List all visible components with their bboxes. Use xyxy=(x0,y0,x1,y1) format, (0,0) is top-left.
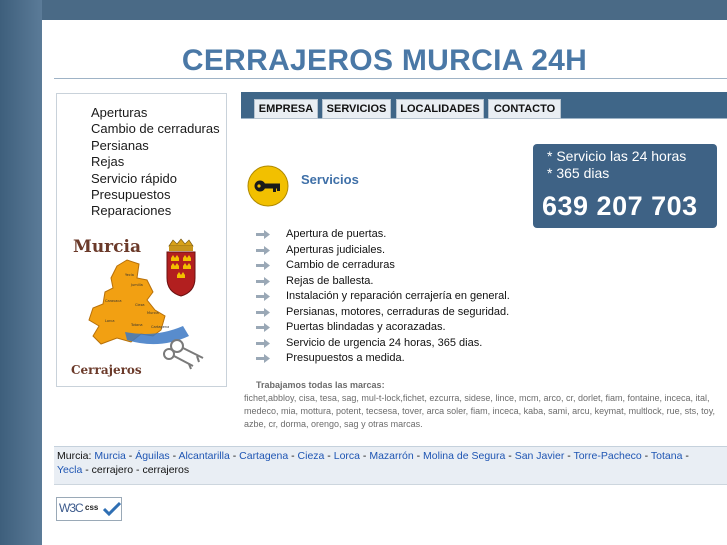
checkmark-icon xyxy=(103,501,121,517)
footer-link-murcia[interactable]: Murcia xyxy=(94,450,126,462)
arrow-right-icon xyxy=(256,230,270,239)
footer-link-lorca[interactable]: Lorca xyxy=(334,450,360,462)
page-content: CERRAJEROS MURCIA 24H Aperturas Cambio d… xyxy=(42,20,727,545)
footer-link-yecla[interactable]: Yecla xyxy=(57,464,82,476)
coat-of-arms-icon xyxy=(166,238,196,297)
phone-banner: * Servicio las 24 horas * 365 dias 639 2… xyxy=(533,144,717,228)
sidebar-item-servicio-rapido[interactable]: Servicio rápido xyxy=(91,171,220,187)
sidebar-item-cambio-cerraduras[interactable]: Cambio de cerraduras xyxy=(91,121,220,137)
footer-text-cerrajeros: cerrajeros xyxy=(142,464,190,476)
svg-text:Yecla: Yecla xyxy=(125,273,134,277)
list-item: Puertas blindadas y acorazadas. xyxy=(256,320,510,336)
w3c-css-badge[interactable]: W3C css xyxy=(56,497,122,521)
footer-link-molina-de-segura[interactable]: Molina de Segura xyxy=(423,450,505,462)
arrow-right-icon xyxy=(256,307,270,317)
arrow-right-icon xyxy=(256,292,270,301)
svg-text:Murcia: Murcia xyxy=(147,311,159,315)
tab-servicios[interactable]: SERVICIOS xyxy=(322,99,391,119)
list-item: Servicio de urgencia 24 horas, 365 dias. xyxy=(256,336,510,352)
footer-divider xyxy=(54,484,727,485)
tab-contacto[interactable]: CONTACTO xyxy=(488,99,561,119)
footer-prefix: Murcia: xyxy=(57,450,92,462)
footer-link-san-javier[interactable]: San Javier xyxy=(515,450,565,462)
list-item: Presupuestos a medida. xyxy=(256,351,510,367)
title-divider xyxy=(54,78,727,79)
sidebar: Aperturas Cambio de cerraduras Persianas… xyxy=(56,93,227,387)
arrow-right-icon xyxy=(256,276,270,286)
list-item: Apertura de puertas. xyxy=(256,227,510,243)
map-title: Murcia xyxy=(73,237,141,257)
section-title: Servicios xyxy=(301,172,359,187)
svg-text:Lorca: Lorca xyxy=(105,319,114,323)
list-item: Cambio de cerraduras xyxy=(256,258,510,274)
phone-banner-line-2: * 365 dias xyxy=(547,165,610,181)
footer-link-aguilas[interactable]: Águilas xyxy=(135,450,169,462)
svg-text:Totana: Totana xyxy=(130,323,143,327)
map-caption: Cerrajeros xyxy=(71,363,142,377)
arrow-right-icon xyxy=(256,323,270,332)
arrow-right-icon xyxy=(256,354,270,363)
footer-text-cerrajero: cerrajero xyxy=(91,464,134,476)
tab-empresa[interactable]: EMPRESA xyxy=(254,99,318,119)
footer-locations: Murcia: Murcia - Águilas - Alcantarilla … xyxy=(54,446,727,484)
arrow-right-icon xyxy=(256,338,270,348)
phone-banner-line-1: * Servicio las 24 horas xyxy=(547,148,687,164)
list-item: Rejas de ballesta. xyxy=(256,274,510,290)
murcia-map-image: Murcia Yecla Jumilla Caravaca Cieza Murc… xyxy=(65,232,215,382)
svg-text:Cieza: Cieza xyxy=(135,303,145,307)
footer-link-totana[interactable]: Totana xyxy=(651,450,683,462)
footer-link-cieza[interactable]: Cieza xyxy=(298,450,325,462)
phone-number[interactable]: 639 207 703 xyxy=(542,191,698,222)
footer-link-cartagena[interactable]: Cartagena xyxy=(239,450,288,462)
svg-text:Cartagena: Cartagena xyxy=(151,325,169,329)
footer-link-torre-pacheco[interactable]: Torre-Pacheco xyxy=(573,450,641,462)
list-item: Instalación y reparación cerrajería en g… xyxy=(256,289,510,305)
footer-link-alcantarilla[interactable]: Alcantarilla xyxy=(178,450,229,462)
svg-text:Caravaca: Caravaca xyxy=(105,299,121,303)
sidebar-item-reparaciones[interactable]: Reparaciones xyxy=(91,203,220,219)
list-item: Aperturas judiciales. xyxy=(256,243,510,259)
key-icon xyxy=(247,165,289,207)
sidebar-item-rejas[interactable]: Rejas xyxy=(91,154,220,170)
arrow-right-icon xyxy=(256,261,270,270)
site-title: CERRAJEROS MURCIA 24H xyxy=(181,44,588,77)
sidebar-item-persianas[interactable]: Persianas xyxy=(91,138,220,154)
w3c-logo-text: W3C xyxy=(59,501,84,515)
brands-text: fichet,abbloy, cisa, tesa, sag, mul-t-lo… xyxy=(244,393,716,429)
services-list: Apertura de puertas. Aperturas judiciale… xyxy=(256,227,510,367)
keys-icon xyxy=(163,339,204,370)
svg-text:Jumilla: Jumilla xyxy=(130,283,143,287)
sidebar-item-presupuestos[interactable]: Presupuestos xyxy=(91,187,220,203)
sidebar-menu: Aperturas Cambio de cerraduras Persianas… xyxy=(91,105,220,220)
arrow-right-icon xyxy=(256,245,270,255)
list-item: Persianas, motores, cerraduras de seguri… xyxy=(256,305,510,321)
brands-title: Trabajamos todas las marcas: xyxy=(256,380,385,390)
tab-localidades[interactable]: LOCALIDADES xyxy=(396,99,484,119)
page-side-background xyxy=(0,0,42,545)
footer-link-mazarron[interactable]: Mazarrón xyxy=(369,450,413,462)
css-label: css xyxy=(85,503,99,512)
sidebar-item-aperturas[interactable]: Aperturas xyxy=(91,105,220,121)
